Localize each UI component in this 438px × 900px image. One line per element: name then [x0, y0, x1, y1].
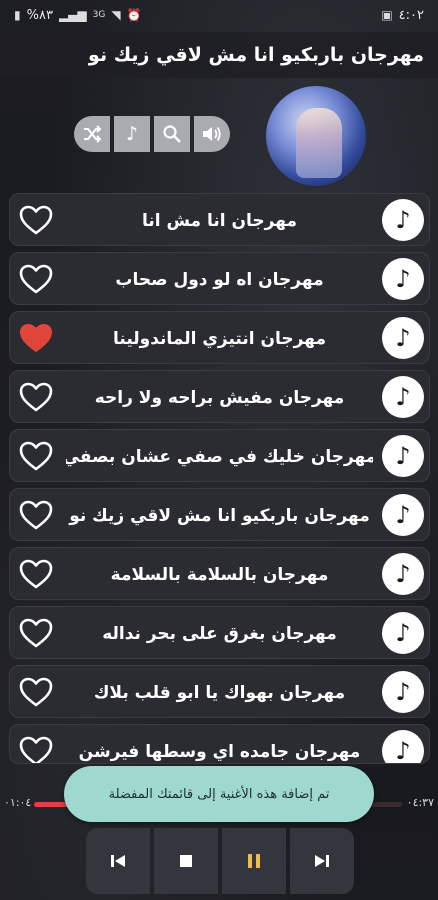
favorite-filled-heart-icon[interactable]	[18, 320, 54, 356]
play-song-button[interactable]: ♪	[382, 258, 424, 300]
music-note-icon: ♪	[395, 619, 411, 647]
song-title: مهرجان باربكيو انا مش لاقي زيك نو	[69, 505, 370, 526]
song-row[interactable]: مهرجان جامده اي وسطها فيرشن ♪	[9, 724, 430, 764]
play-song-button[interactable]: ♪	[382, 553, 424, 595]
battery-icon: ▮	[14, 8, 21, 22]
pause-button[interactable]	[222, 828, 286, 894]
gallery-icon: ▣	[381, 8, 393, 22]
song-row[interactable]: مهرجان انا مش انا ♪	[9, 193, 430, 246]
favorite-heart-icon[interactable]	[18, 497, 54, 533]
artist-figure	[296, 108, 342, 178]
player-controls	[86, 828, 354, 894]
music-note-icon: ♪	[395, 324, 411, 352]
next-button[interactable]	[290, 828, 354, 894]
favorite-heart-icon[interactable]	[18, 261, 54, 297]
clock: ٤:٠٢	[398, 7, 424, 23]
search-button[interactable]	[154, 116, 190, 152]
song-title: مهرجان جامده اي وسطها فيرشن	[78, 741, 361, 762]
music-note-icon: ♪	[395, 383, 411, 411]
volume-icon	[203, 126, 221, 142]
song-row[interactable]: مهرجان اه لو دول صحاب ♪	[9, 252, 430, 305]
music-note-icon: ♪	[395, 501, 411, 529]
status-bar: ▮ %٨٣ ▂▄▆ 3G ◥ ⏰ ▣ ٤:٠٢	[0, 0, 438, 30]
title-bar: مهرجان باربكيو انا مش لاقي زيك نو	[0, 32, 438, 78]
elapsed-time: ٠١:٠٤	[4, 796, 32, 809]
song-title: مهرجان خليك في صفي عشان بصفي	[66, 446, 373, 467]
music-note-icon: ♪	[395, 442, 411, 470]
signal-icon: ▂▄▆	[58, 8, 87, 22]
song-title: مهرجان مفيش براحه ولا راحه	[94, 387, 345, 408]
previous-button[interactable]	[86, 828, 150, 894]
music-note-icon: ♪	[395, 206, 411, 234]
music-note-icon: ♪	[395, 737, 411, 764]
toast-notification: تم إضافة هذه الأغنية إلى قائمتك المفضلة	[64, 766, 374, 822]
song-row[interactable]: مهرجان بهواك يا ابو قلب بلاك ♪	[9, 665, 430, 718]
song-title: مهرجان بالسلامة بالسلامة	[110, 564, 329, 585]
shuffle-icon	[84, 125, 102, 143]
song-title: مهرجان اه لو دول صحاب	[115, 269, 324, 290]
favorite-heart-icon[interactable]	[18, 438, 54, 474]
song-row[interactable]: مهرجان مفيش براحه ولا راحه ♪	[9, 370, 430, 423]
favorite-heart-icon[interactable]	[18, 379, 54, 415]
shuffle-button[interactable]	[74, 116, 110, 152]
volume-button[interactable]	[194, 116, 230, 152]
music-note-icon: ♪	[395, 678, 411, 706]
song-title: مهرجان بهواك يا ابو قلب بلاك	[93, 682, 346, 703]
wifi-icon: ◥	[111, 8, 121, 22]
song-row[interactable]: مهرجان باربكيو انا مش لاقي زيك نو ♪	[9, 488, 430, 541]
playlist-button[interactable]: ♪	[114, 116, 150, 152]
stop-button[interactable]	[154, 828, 218, 894]
favorite-heart-icon[interactable]	[18, 202, 54, 238]
music-note-icon: ♪	[125, 123, 139, 145]
music-note-icon: ♪	[395, 265, 411, 293]
total-duration: ٠٤:٣٧	[406, 796, 434, 809]
favorite-heart-icon[interactable]	[18, 674, 54, 710]
favorite-heart-icon[interactable]	[18, 615, 54, 651]
song-row[interactable]: مهرجان بالسلامة بالسلامة ♪	[9, 547, 430, 600]
pause-icon	[248, 854, 260, 868]
song-row[interactable]: مهرجان انتيزي الماندولينا ♪	[9, 311, 430, 364]
play-song-button[interactable]: ♪	[382, 671, 424, 713]
play-song-button[interactable]: ♪	[382, 435, 424, 477]
search-icon	[163, 125, 181, 143]
play-song-button[interactable]: ♪	[382, 376, 424, 418]
song-title: مهرجان انا مش انا	[142, 210, 297, 231]
song-title: مهرجان بغرق على بحر نداله	[102, 623, 337, 644]
skip-previous-icon	[111, 855, 125, 867]
play-song-button[interactable]: ♪	[382, 494, 424, 536]
song-title: مهرجان انتيزي الماندولينا	[113, 328, 326, 349]
play-song-button[interactable]: ♪	[382, 317, 424, 359]
toast-message: تم إضافة هذه الأغنية إلى قائمتك المفضلة	[108, 786, 330, 802]
artist-avatar	[264, 84, 368, 188]
now-playing-title: مهرجان باربكيو انا مش لاقي زيك نو	[88, 44, 424, 66]
song-row[interactable]: مهرجان خليك في صفي عشان بصفي ♪	[9, 429, 430, 482]
stop-icon	[180, 855, 192, 867]
play-song-button[interactable]: ♪	[382, 730, 424, 764]
song-row[interactable]: مهرجان بغرق على بحر نداله ♪	[9, 606, 430, 659]
battery-level: %٨٣	[26, 7, 53, 23]
play-song-button[interactable]: ♪	[382, 612, 424, 654]
network-type: 3G	[92, 10, 106, 20]
alarm-icon: ⏰	[126, 8, 142, 22]
song-list: مهرجان انا مش انا ♪ مهرجان اه لو دول صحاب ♪…	[9, 193, 430, 770]
favorite-heart-icon[interactable]	[18, 733, 54, 763]
skip-next-icon	[315, 855, 329, 867]
top-controls: ♪	[74, 116, 230, 152]
music-note-icon: ♪	[395, 560, 411, 588]
play-song-button[interactable]: ♪	[382, 199, 424, 241]
favorite-heart-icon[interactable]	[18, 556, 54, 592]
